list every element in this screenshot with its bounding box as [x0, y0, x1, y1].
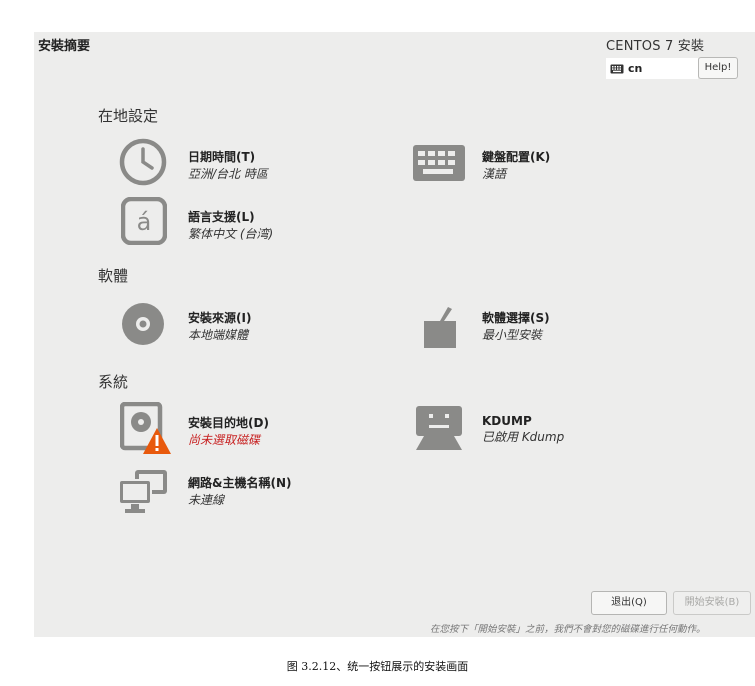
keyboard-icon [610, 64, 624, 74]
page-title: 安裝摘要 [38, 39, 91, 54]
section-title-localization: 在地設定 [98, 107, 159, 125]
svg-text:á: á [137, 208, 152, 236]
section-title-system: 系統 [98, 373, 129, 391]
datetime-title: 日期時間(T) [188, 150, 256, 164]
software-selection-title: 軟體選擇(S) [482, 311, 550, 325]
keyboard-layout-indicator[interactable]: cn [606, 58, 698, 79]
language-status: 繁体中文 (台湾) [188, 227, 274, 241]
spoke-keyboard[interactable]: 鍵盤配置(K) 漢語 [482, 148, 550, 182]
spoke-language[interactable]: 語言支援(L) 繁体中文 (台湾) [188, 208, 273, 242]
install-source-title: 安裝來源(I) [188, 311, 252, 325]
section-title-software: 軟體 [98, 267, 129, 285]
spoke-software-selection[interactable]: 軟體選擇(S) 最小型安裝 [482, 309, 550, 343]
footer-note: 在您按下「開始安裝」之前，我們不會對您的磁碟進行任何動作。 [430, 624, 706, 635]
keyboard-icon[interactable] [412, 143, 466, 183]
language-title: 語言支援(L) [188, 210, 255, 224]
keyboard-layout-label: cn [628, 62, 643, 75]
spoke-install-destination[interactable]: 安裝目的地(D) 尚未選取磁碟 [188, 414, 269, 448]
help-button[interactable]: Help! [698, 57, 738, 79]
install-destination-status: 尚未選取磁碟 [188, 433, 261, 447]
install-source-status: 本地端媒體 [188, 328, 249, 342]
software-selection-status: 最小型安裝 [482, 328, 543, 342]
figure-caption: 图 3.2.12、统一按钮展示的安装画面 [286, 660, 469, 673]
spoke-network[interactable]: 網路&主機名稱(N) 未連線 [188, 474, 291, 508]
keyboard-status: 漢語 [482, 167, 507, 181]
language-icon[interactable]: á [121, 197, 167, 245]
spoke-install-source[interactable]: 安裝來源(I) 本地端媒體 [188, 309, 251, 343]
network-status: 未連線 [188, 493, 225, 507]
datetime-status: 亞洲/台北 時區 [188, 167, 268, 181]
network-icon[interactable] [117, 468, 169, 514]
package-icon[interactable] [422, 303, 458, 349]
spoke-datetime[interactable]: 日期時間(T) 亞洲/台北 時區 [188, 148, 268, 182]
clock-icon[interactable] [118, 137, 168, 187]
quit-button[interactable]: 退出(Q) [591, 591, 667, 615]
product-title: CENTOS 7 安裝 [606, 39, 705, 54]
begin-install-button[interactable]: 開始安裝(B) [673, 591, 751, 615]
network-title: 網路&主機名稱(N) [188, 476, 292, 490]
kdump-status: 已啟用 Kdump [482, 430, 565, 444]
kdump-icon[interactable] [414, 404, 464, 452]
harddisk-warning-icon[interactable] [120, 402, 172, 456]
disc-icon[interactable] [121, 302, 165, 346]
keyboard-title: 鍵盤配置(K) [482, 150, 551, 164]
spoke-kdump[interactable]: KDUMP 已啟用 Kdump [482, 414, 564, 445]
install-destination-title: 安裝目的地(D) [188, 416, 269, 430]
kdump-title: KDUMP [482, 414, 532, 428]
